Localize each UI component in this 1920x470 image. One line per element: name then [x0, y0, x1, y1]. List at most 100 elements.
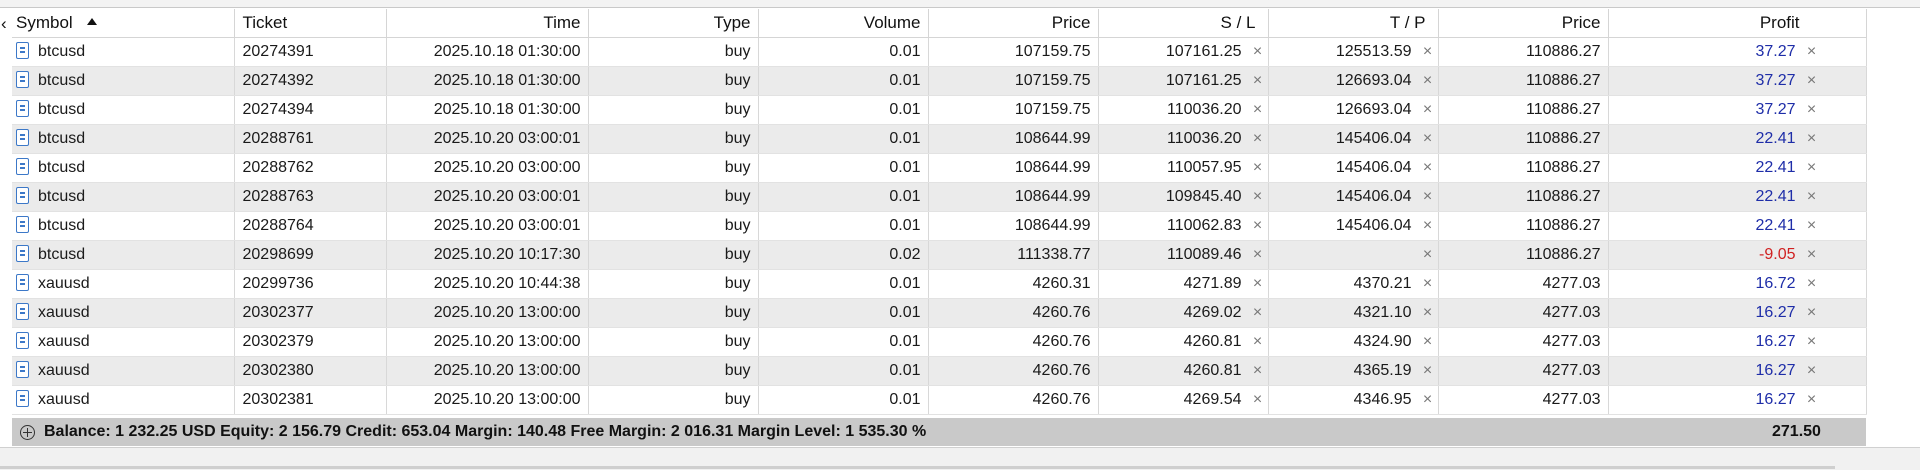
- remove-sl-icon[interactable]: ×: [1252, 246, 1264, 264]
- sl-cell: 110062.83 ×: [1098, 211, 1269, 241]
- symbol-label: xauusd: [38, 362, 90, 379]
- close-position-icon[interactable]: ×: [1806, 43, 1818, 61]
- close-position-icon[interactable]: ×: [1806, 391, 1818, 409]
- column-header-volume[interactable]: Volume: [758, 9, 929, 38]
- sl-value: 110036.20: [1167, 130, 1242, 147]
- close-position-icon[interactable]: ×: [1806, 304, 1818, 322]
- tp-value: 145406.04: [1335, 159, 1412, 176]
- symbol-label: btcusd: [38, 101, 86, 118]
- remove-sl-icon[interactable]: ×: [1252, 188, 1264, 206]
- column-header-profit[interactable]: Profit: [1608, 9, 1867, 38]
- tp-value: 145406.04: [1335, 188, 1412, 205]
- close-position-icon[interactable]: ×: [1806, 333, 1818, 351]
- table-row[interactable]: xauusd 20302380 2025.10.20 13:00:00 buy 0.01…: [12, 356, 1867, 386]
- current-price-cell: 110886.27: [1438, 182, 1609, 212]
- current-price-cell: 110886.27: [1438, 95, 1609, 125]
- price-cell: 4260.76: [928, 327, 1099, 357]
- profit-cell: 22.41 ×: [1608, 182, 1867, 212]
- remove-tp-icon[interactable]: ×: [1422, 333, 1434, 351]
- remove-tp-icon[interactable]: ×: [1422, 304, 1434, 322]
- time-cell: 2025.10.20 13:00:00: [386, 327, 589, 357]
- close-position-icon[interactable]: ×: [1806, 101, 1818, 119]
- column-header-time[interactable]: Time: [386, 9, 589, 38]
- type-cell: buy: [588, 356, 759, 386]
- account-summary-bar: Balance: 1 232.25 USD Equity: 2 156.79 C…: [12, 418, 1866, 446]
- table-row[interactable]: btcusd 20298699 2025.10.20 10:17:30 buy 0.02…: [12, 240, 1867, 270]
- remove-tp-icon[interactable]: ×: [1422, 275, 1434, 293]
- column-header-tp[interactable]: T / P: [1268, 9, 1439, 38]
- time-cell: 2025.10.20 03:00:01: [386, 124, 589, 154]
- sl-cell: 4269.02 ×: [1098, 298, 1269, 328]
- table-row[interactable]: btcusd 20274391 2025.10.18 01:30:00 buy 0.01…: [12, 37, 1867, 67]
- table-row[interactable]: btcusd 20288763 2025.10.20 03:00:01 buy 0.01…: [12, 182, 1867, 212]
- remove-sl-icon[interactable]: ×: [1252, 72, 1264, 90]
- close-position-icon[interactable]: ×: [1806, 159, 1818, 177]
- table-row[interactable]: xauusd 20302379 2025.10.20 13:00:00 buy 0.01…: [12, 327, 1867, 357]
- tp-cell: 4346.95 ×: [1268, 385, 1439, 415]
- close-position-icon[interactable]: ×: [1806, 130, 1818, 148]
- type-cell: buy: [588, 385, 759, 415]
- remove-tp-icon[interactable]: ×: [1422, 188, 1434, 206]
- column-header-type[interactable]: Type: [588, 9, 759, 38]
- column-header-sl[interactable]: S / L: [1098, 9, 1269, 38]
- type-cell: buy: [588, 182, 759, 212]
- remove-tp-icon[interactable]: ×: [1422, 130, 1434, 148]
- plus-circle-icon[interactable]: [20, 425, 35, 440]
- table-row[interactable]: btcusd 20274392 2025.10.18 01:30:00 buy 0.01…: [12, 66, 1867, 96]
- remove-sl-icon[interactable]: ×: [1252, 391, 1264, 409]
- remove-tp-icon[interactable]: ×: [1422, 391, 1434, 409]
- close-position-icon[interactable]: ×: [1806, 72, 1818, 90]
- table-row[interactable]: btcusd 20288764 2025.10.20 03:00:01 buy 0.01…: [12, 211, 1867, 241]
- close-position-icon[interactable]: ×: [1806, 217, 1818, 235]
- close-position-icon[interactable]: ×: [1806, 362, 1818, 380]
- remove-sl-icon[interactable]: ×: [1252, 101, 1264, 119]
- current-price-cell: 4277.03: [1438, 269, 1609, 299]
- remove-sl-icon[interactable]: ×: [1252, 130, 1264, 148]
- scroll-left-icon[interactable]: ‹: [1, 14, 7, 34]
- profit-value: -9.05: [1759, 246, 1796, 263]
- time-cell: 2025.10.20 10:44:38: [386, 269, 589, 299]
- sl-cell: 107161.25 ×: [1098, 66, 1269, 96]
- table-row[interactable]: xauusd 20302377 2025.10.20 13:00:00 buy 0.01…: [12, 298, 1867, 328]
- remove-tp-icon[interactable]: ×: [1422, 101, 1434, 119]
- profit-value: 37.27: [1755, 101, 1796, 118]
- column-header-ticket[interactable]: Ticket: [234, 9, 387, 38]
- remove-sl-icon[interactable]: ×: [1252, 304, 1264, 322]
- profit-value: 37.27: [1755, 43, 1796, 60]
- column-header-price[interactable]: Price: [928, 9, 1099, 38]
- volume-cell: 0.01: [758, 269, 929, 299]
- close-position-icon[interactable]: ×: [1806, 246, 1818, 264]
- sl-value: 110036.20: [1167, 101, 1242, 118]
- table-row[interactable]: btcusd 20288762 2025.10.20 03:00:00 buy 0.01…: [12, 153, 1867, 183]
- tp-value: 4346.95: [1353, 391, 1412, 408]
- table-row[interactable]: xauusd 20299736 2025.10.20 10:44:38 buy 0.01…: [12, 269, 1867, 299]
- close-position-icon[interactable]: ×: [1806, 188, 1818, 206]
- tp-value: 4321.10: [1353, 304, 1412, 321]
- time-cell: 2025.10.20 03:00:01: [386, 182, 589, 212]
- remove-tp-icon[interactable]: ×: [1422, 72, 1434, 90]
- top-border: [0, 0, 1920, 8]
- volume-cell: 0.01: [758, 66, 929, 96]
- close-position-icon[interactable]: ×: [1806, 275, 1818, 293]
- remove-tp-icon[interactable]: ×: [1422, 362, 1434, 380]
- symbol-label: btcusd: [38, 188, 86, 205]
- remove-sl-icon[interactable]: ×: [1252, 159, 1264, 177]
- remove-sl-icon[interactable]: ×: [1252, 333, 1264, 351]
- table-row[interactable]: xauusd 20302381 2025.10.20 13:00:00 buy 0.01…: [12, 385, 1867, 415]
- ticket-cell: 20274392: [234, 66, 387, 96]
- remove-sl-icon[interactable]: ×: [1252, 217, 1264, 235]
- remove-sl-icon[interactable]: ×: [1252, 43, 1264, 61]
- table-row[interactable]: btcusd 20274394 2025.10.18 01:30:00 buy 0.01…: [12, 95, 1867, 125]
- remove-tp-icon[interactable]: ×: [1422, 43, 1434, 61]
- time-cell: 2025.10.20 13:00:00: [386, 356, 589, 386]
- column-header-current-price[interactable]: Price: [1438, 9, 1609, 38]
- remove-tp-icon[interactable]: ×: [1422, 159, 1434, 177]
- profit-cell: 22.41 ×: [1608, 124, 1867, 154]
- remove-tp-icon[interactable]: ×: [1422, 217, 1434, 235]
- remove-tp-icon[interactable]: ×: [1422, 246, 1434, 264]
- table-row[interactable]: btcusd 20288761 2025.10.20 03:00:01 buy 0.01…: [12, 124, 1867, 154]
- time-cell: 2025.10.20 03:00:01: [386, 211, 589, 241]
- remove-sl-icon[interactable]: ×: [1252, 275, 1264, 293]
- column-header-symbol[interactable]: Symbol: [12, 9, 235, 38]
- remove-sl-icon[interactable]: ×: [1252, 362, 1264, 380]
